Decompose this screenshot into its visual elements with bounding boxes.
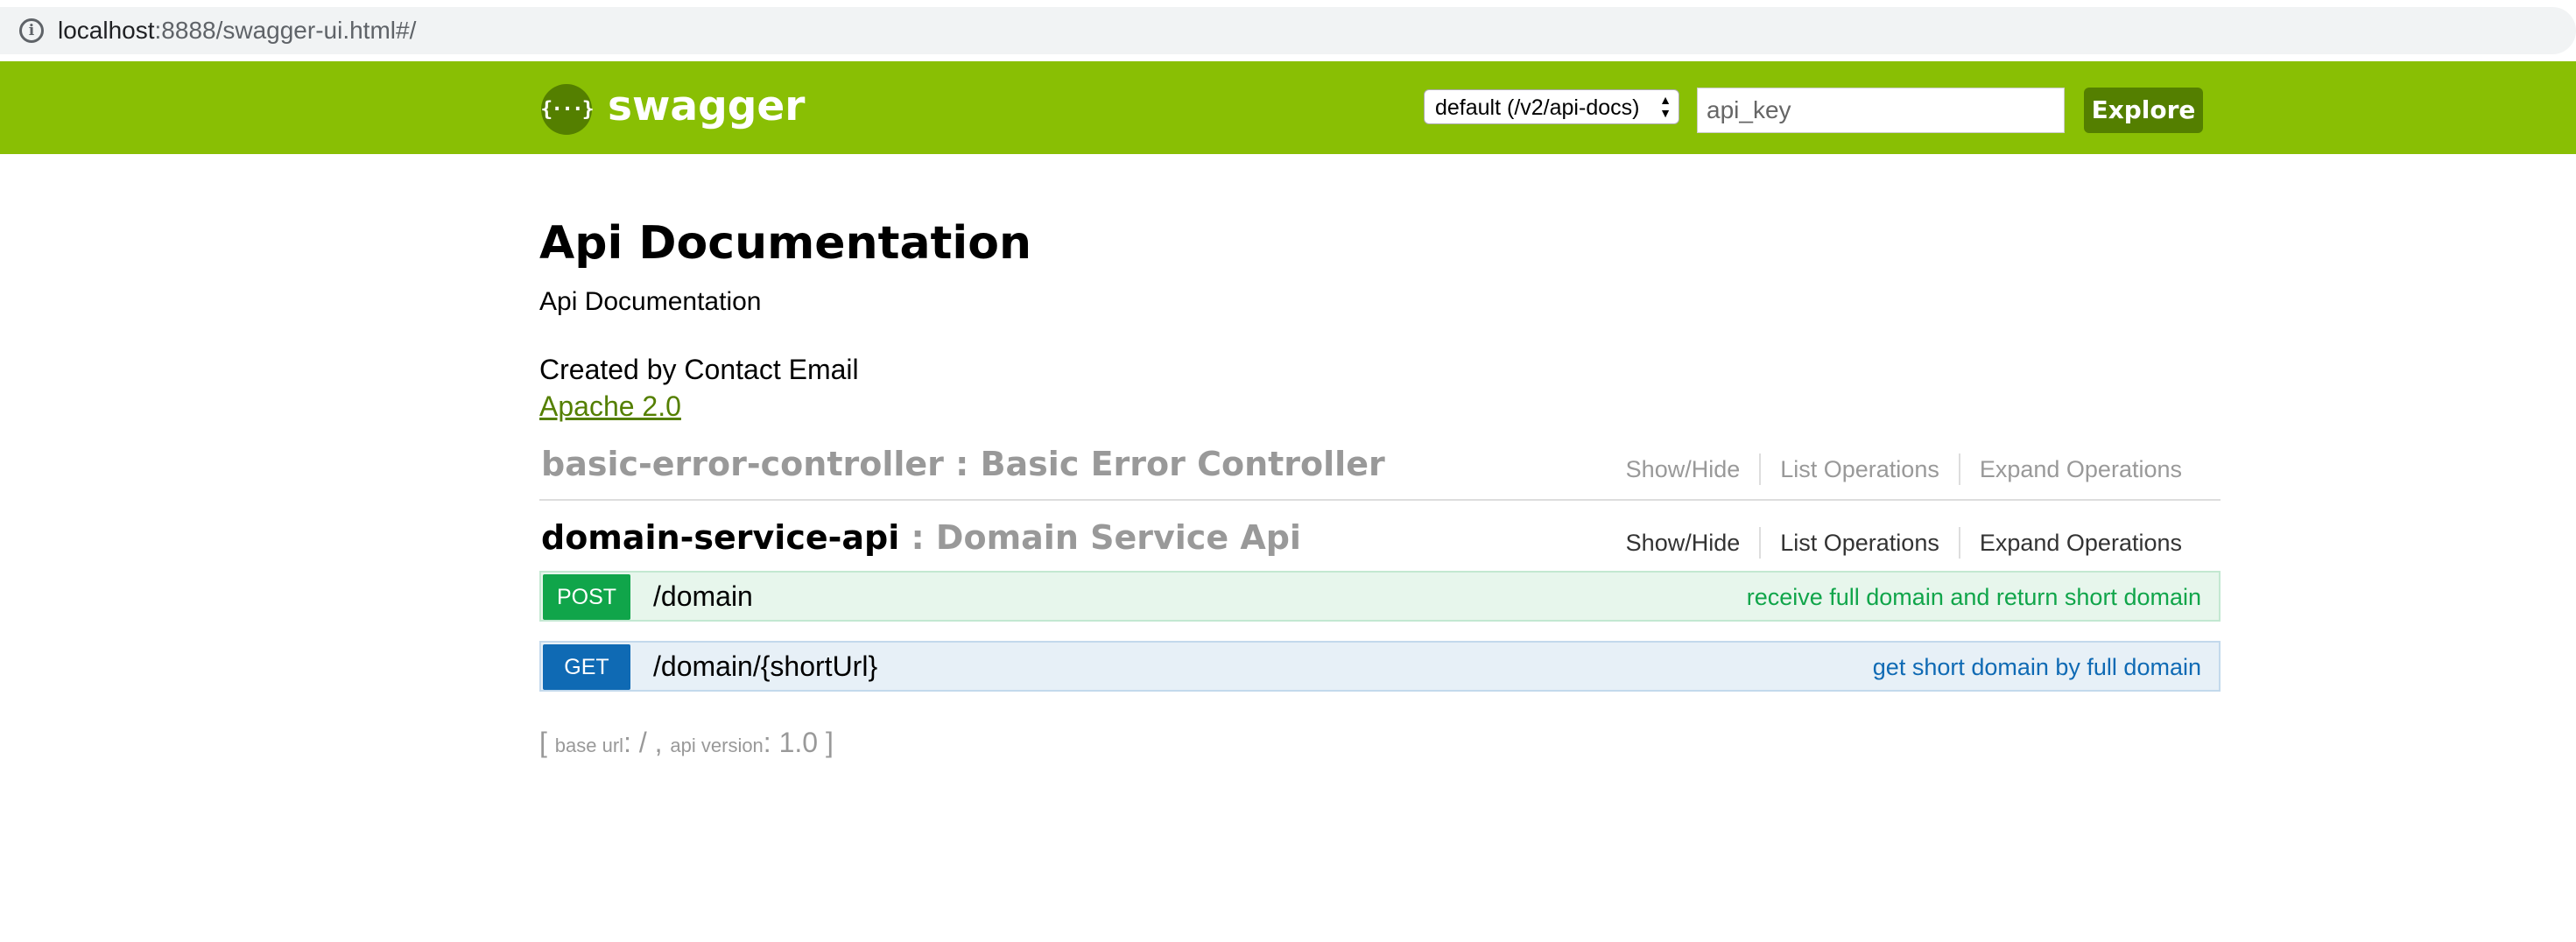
expand-operations-link[interactable]: Expand Operations xyxy=(1958,453,2201,485)
base-url-value: : / , xyxy=(623,727,671,758)
info-icon[interactable]: i xyxy=(19,18,44,43)
url-path: :8888/swagger-ui.html#/ xyxy=(154,17,417,44)
license-link[interactable]: Apache 2.0 xyxy=(539,389,681,424)
operation-path[interactable]: /domain/{shortUrl} xyxy=(653,648,877,685)
resource-basic-error-controller: basic-error-controller : Basic Error Con… xyxy=(539,438,2221,501)
url-host: localhost xyxy=(58,17,155,44)
list-operations-link[interactable]: List Operations xyxy=(1759,527,1959,559)
browser-address-bar: i localhost:8888/swagger-ui.html#/ xyxy=(0,0,2576,61)
select-arrows-icon: ▲ ▼ xyxy=(1659,93,1672,120)
spec-select-value: default (/v2/api-docs) xyxy=(1435,95,1640,120)
operation-path[interactable]: /domain xyxy=(653,578,753,615)
method-badge-post[interactable]: POST xyxy=(543,574,630,620)
show-hide-link[interactable]: Show/Hide xyxy=(1626,453,1760,485)
spec-select[interactable]: default (/v2/api-docs) ▲ ▼ xyxy=(1424,89,1679,124)
resource-title[interactable]: basic-error-controller : Basic Error Con… xyxy=(541,443,1385,485)
api-key-input[interactable] xyxy=(1697,88,2065,133)
operation-post-domain[interactable]: POST /domain receive full domain and ret… xyxy=(539,571,2221,622)
resource-options: Show/Hide List Operations Expand Operati… xyxy=(1626,527,2201,559)
operation-summary[interactable]: get short domain by full domain xyxy=(1873,651,2201,683)
url-text[interactable]: localhost:8888/swagger-ui.html#/ xyxy=(58,15,416,46)
contact-info: Created by Contact Email xyxy=(539,354,859,385)
base-url-label: base url xyxy=(554,735,624,756)
resource-name[interactable]: domain-service-api xyxy=(541,518,899,557)
swagger-header: {···} swagger default (/v2/api-docs) ▲ ▼ … xyxy=(0,61,2576,154)
expand-operations-link[interactable]: Expand Operations xyxy=(1958,527,2201,559)
resource-description: : Basic Error Controller xyxy=(943,445,1385,483)
resource-title[interactable]: domain-service-api : Domain Service Api xyxy=(541,517,1301,559)
page-title: Api Documentation xyxy=(539,217,1031,270)
operation-summary[interactable]: receive full domain and return short dom… xyxy=(1747,581,2201,613)
method-badge-get[interactable]: GET xyxy=(543,644,630,690)
resource-description: : Domain Service Api xyxy=(899,518,1301,557)
swagger-logo-icon[interactable]: {···} xyxy=(540,84,595,135)
api-version-value: : 1.0 ] xyxy=(763,727,834,758)
swagger-logo-text[interactable]: swagger xyxy=(608,81,805,133)
list-operations-link[interactable]: List Operations xyxy=(1759,453,1959,485)
api-description: Api Documentation xyxy=(539,287,762,316)
resource-options: Show/Hide List Operations Expand Operati… xyxy=(1626,453,2201,485)
footer-open: [ xyxy=(539,727,555,758)
resource-domain-service-api: domain-service-api : Domain Service Api … xyxy=(539,511,2221,567)
operation-get-domain-shorturl[interactable]: GET /domain/{shortUrl} get short domain … xyxy=(539,641,2221,692)
api-footer: [ base url: / , api version: 1.0 ] xyxy=(539,723,834,765)
explore-button[interactable]: Explore xyxy=(2084,88,2203,133)
show-hide-link[interactable]: Show/Hide xyxy=(1626,527,1760,559)
resource-name[interactable]: basic-error-controller xyxy=(541,445,944,483)
api-version-label: api version xyxy=(670,735,764,756)
